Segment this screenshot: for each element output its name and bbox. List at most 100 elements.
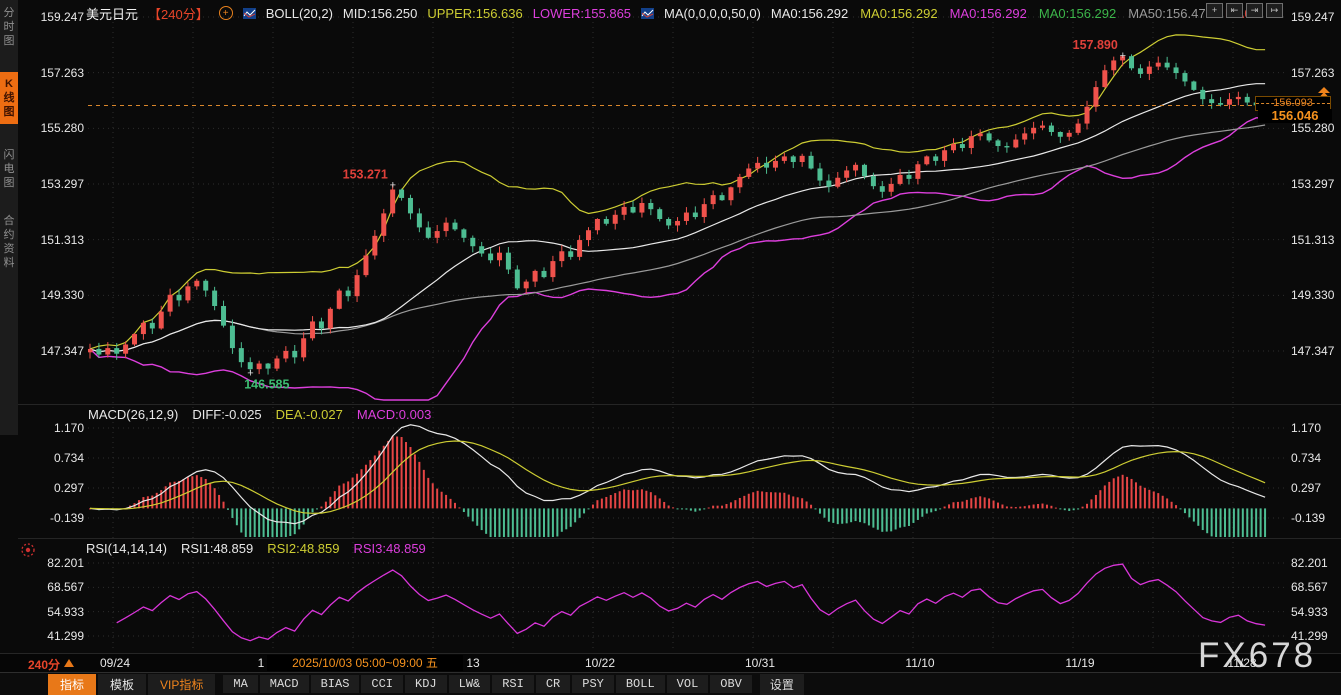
crosshair-date-label: 2025/10/03 05:00~09:00 五 xyxy=(267,655,463,671)
period-badge[interactable]: 【240分】 xyxy=(148,4,209,23)
toolbar-button-rsi[interactable]: RSI xyxy=(492,675,534,693)
axis-value-label: 155.280 xyxy=(18,121,84,135)
ma-values: MA0:156.292MA0:156.292MA0:156.292MA0:156… xyxy=(771,6,1263,21)
boll-title: BOLL(20,2) xyxy=(266,6,333,21)
x-tick-label: 10/31 xyxy=(745,656,775,670)
axis-value-label: 54.933 xyxy=(18,605,84,619)
axis-value-label: -0.139 xyxy=(1291,511,1341,525)
jump-latest-icon[interactable]: ↦ xyxy=(1266,3,1283,18)
ma-value: MA50:156.471 xyxy=(1128,6,1213,21)
window-toolbar-icons: +⇤⇥↦ xyxy=(1206,3,1283,18)
svg-text:+: + xyxy=(390,180,396,192)
axis-value-label: 68.567 xyxy=(18,580,84,594)
chart-canvas[interactable]: +146.585+153.271+157.890 xyxy=(0,0,1341,695)
ma-value: MA0:156.292 xyxy=(1039,6,1116,21)
sidebar-item-kline-chart[interactable]: K线图 xyxy=(0,72,18,124)
toolbar-button-ma[interactable]: MA xyxy=(223,675,257,693)
toolbar-button-bias[interactable]: BIAS xyxy=(311,675,360,693)
svg-text:+: + xyxy=(1120,50,1126,62)
axis-value-label: 151.313 xyxy=(1291,233,1341,247)
period-selector[interactable]: 240分 xyxy=(28,656,60,673)
sidebar-item-contract-info[interactable]: 合约资料 xyxy=(0,214,18,270)
indicator-buttons: MAMACDBIASCCIKDJLW&RSICRPSYBOLLVOLOBV xyxy=(223,675,752,693)
tab-vip-indicator[interactable]: VIP指标 xyxy=(148,674,215,695)
rsi3-value: RSI3:48.859 xyxy=(354,541,426,556)
x-tick-label: 13 xyxy=(466,656,479,670)
svg-text:157.890: 157.890 xyxy=(1073,38,1118,52)
rsi-title: RSI(14,14,14) xyxy=(86,541,167,556)
toolbar-button-macd[interactable]: MACD xyxy=(260,675,309,693)
axis-value-label: 68.567 xyxy=(1291,580,1341,594)
boll-mid-value: MID:156.250 xyxy=(343,6,417,21)
left-sidebar: 分时图 K线图闪电图合约资料 xyxy=(0,0,18,435)
sidebar-item-time-chart[interactable]: 分时图 xyxy=(0,6,18,48)
toolbar-button-lw[interactable]: LW& xyxy=(449,675,491,693)
crosshair-tool-icon[interactable]: + xyxy=(1206,3,1223,18)
toolbar-button-vol[interactable]: VOL xyxy=(667,675,709,693)
settings-button[interactable]: 设置 xyxy=(760,674,804,695)
tab-indicator[interactable]: 指标 xyxy=(48,674,96,695)
macd-header: MACD(26,12,9) DIFF:-0.025 DEA:-0.027 MAC… xyxy=(88,407,431,422)
macd-dea-value: DEA:-0.027 xyxy=(276,407,343,422)
x-tick-label: 10/22 xyxy=(585,656,615,670)
toolbar-tabs: 指标模板VIP指标 xyxy=(48,674,215,695)
axis-value-label: 0.297 xyxy=(1291,481,1341,495)
scroll-right-icon[interactable]: ⇥ xyxy=(1246,3,1263,18)
macd-diff-value: DIFF:-0.025 xyxy=(192,407,261,422)
axis-value-label: 153.297 xyxy=(1291,177,1341,191)
scroll-left-icon[interactable]: ⇤ xyxy=(1226,3,1243,18)
time-axis: 240分 2025/10/03 05:00~09:00 五 09/24 1 13 10… xyxy=(0,653,1341,673)
axis-value-label: 149.330 xyxy=(1291,288,1341,302)
axis-value-label: 147.347 xyxy=(1291,344,1341,358)
tab-template[interactable]: 模板 xyxy=(98,674,146,695)
rsi1-value: RSI1:48.859 xyxy=(181,541,253,556)
boll-lower-value: LOWER:155.865 xyxy=(533,6,631,21)
ma-value: MA0:156.292 xyxy=(950,6,1027,21)
chart-header: 美元日元 【240分】 + BOLL(20,2) MID:156.250 UPP… xyxy=(86,3,1262,23)
x-tick-label: 1 xyxy=(258,656,265,670)
last-price-label: 156.046 xyxy=(1258,109,1332,123)
add-icon[interactable]: + xyxy=(219,6,233,20)
axis-value-label: 54.933 xyxy=(1291,605,1341,619)
sidebar-item-flash-chart[interactable]: 闪电图 xyxy=(0,148,18,190)
indicator-toolbar: 指标模板VIP指标 MAMACDBIASCCIKDJLW&RSICRPSYBOL… xyxy=(0,672,1341,695)
axis-value-label: 0.297 xyxy=(18,481,84,495)
axis-value-label: 159.247 xyxy=(18,10,84,24)
toolbar-button-cr[interactable]: CR xyxy=(536,675,570,693)
axis-value-label: 157.263 xyxy=(18,66,84,80)
toolbar-button-kdj[interactable]: KDJ xyxy=(405,675,447,693)
app-window: +146.585+153.271+157.890 分时图K线图闪电图合约资料 美… xyxy=(0,0,1341,695)
axis-value-label: 159.247 xyxy=(1291,10,1341,24)
svg-text:153.271: 153.271 xyxy=(343,168,388,182)
symbol-name: 美元日元 xyxy=(86,4,138,23)
axis-value-label: -0.139 xyxy=(18,511,84,525)
mini-chart-icon[interactable] xyxy=(641,8,654,19)
axis-value-label: 82.201 xyxy=(1291,556,1341,570)
toolbar-button-cci[interactable]: CCI xyxy=(361,675,403,693)
period-caret-icon[interactable] xyxy=(64,659,74,667)
axis-value-label: 153.297 xyxy=(18,177,84,191)
axis-value-label: 147.347 xyxy=(18,344,84,358)
axis-value-label: 155.280 xyxy=(1291,121,1341,135)
axis-value-label: 0.734 xyxy=(18,451,84,465)
svg-text:146.585: 146.585 xyxy=(244,377,289,391)
axis-value-label: 149.330 xyxy=(18,288,84,302)
x-tick-label: 09/24 xyxy=(100,656,130,670)
macd-title: MACD(26,12,9) xyxy=(88,407,178,422)
target-icon[interactable] xyxy=(19,541,37,564)
boll-upper-value: UPPER:156.636 xyxy=(427,6,522,21)
axis-value-label: 0.734 xyxy=(1291,451,1341,465)
mini-chart-icon[interactable] xyxy=(243,8,256,19)
toolbar-button-psy[interactable]: PSY xyxy=(572,675,614,693)
toolbar-button-obv[interactable]: OBV xyxy=(710,675,752,693)
rsi-header: RSI(14,14,14) RSI1:48.859 RSI2:48.859 RS… xyxy=(86,541,426,556)
toolbar-button-boll[interactable]: BOLL xyxy=(616,675,665,693)
x-tick-label: 11/19 xyxy=(1065,656,1094,670)
ma-value: MA0:156.292 xyxy=(771,6,848,21)
axis-value-label: 151.313 xyxy=(18,233,84,247)
x-tick-label: 11/10 xyxy=(905,656,934,670)
ma-title: MA(0,0,0,0,50,0) xyxy=(664,6,761,21)
axis-value-label: 1.170 xyxy=(1291,421,1341,435)
macd-value: MACD:0.003 xyxy=(357,407,431,422)
axis-value-label: 1.170 xyxy=(18,421,84,435)
